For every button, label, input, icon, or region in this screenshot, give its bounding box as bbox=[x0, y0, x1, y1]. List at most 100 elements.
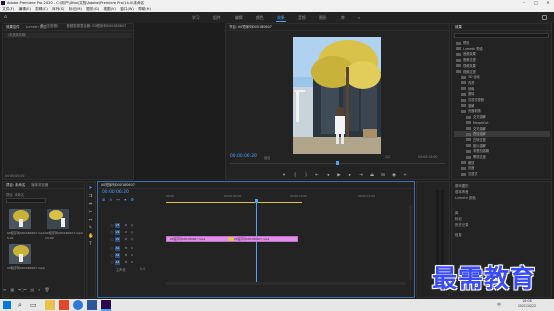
app-icon[interactable] bbox=[59, 300, 69, 310]
razor-tool-icon[interactable]: ✂ bbox=[88, 210, 93, 215]
mute-button[interactable]: M bbox=[124, 253, 128, 257]
type-tool-icon[interactable]: T bbox=[88, 242, 93, 247]
track-v1-label[interactable]: V1 bbox=[115, 237, 120, 242]
list-view-icon[interactable]: ≡ bbox=[3, 287, 6, 293]
timeline-clip[interactable]: 00短序列000180607.mp4 bbox=[230, 236, 298, 242]
search-icon[interactable]: ⌕ bbox=[38, 287, 40, 293]
tab-media-browser[interactable]: 媒体浏览器 bbox=[28, 182, 51, 188]
track-a1-label[interactable]: A1 bbox=[115, 246, 120, 251]
timeline-vertical-scrollbar[interactable] bbox=[409, 205, 412, 280]
word-icon[interactable] bbox=[87, 300, 97, 310]
program-video-frame[interactable] bbox=[293, 37, 381, 154]
program-timecode-current[interactable]: 00:00:06:20 bbox=[230, 154, 257, 159]
lock-icon[interactable]: ▢ bbox=[110, 246, 114, 250]
tab-timeline-sequence[interactable]: 00短序列000180607 bbox=[98, 182, 138, 188]
file-explorer-icon[interactable] bbox=[45, 300, 55, 310]
workspace-color[interactable]: 颜色 bbox=[256, 12, 264, 23]
selection-tool-icon[interactable]: ➤ bbox=[88, 186, 93, 191]
eye-icon[interactable]: ◎ bbox=[130, 223, 134, 227]
mute-button[interactable]: M bbox=[124, 260, 128, 264]
zoom-slider[interactable]: ━○━ bbox=[18, 287, 26, 293]
transition-marker[interactable] bbox=[228, 237, 234, 241]
panel-info[interactable]: 信息 bbox=[455, 232, 462, 238]
program-scale-select[interactable]: 1/2 bbox=[385, 155, 390, 159]
start-icon[interactable] bbox=[3, 301, 11, 309]
track-a2-label[interactable]: A2 bbox=[115, 253, 120, 258]
snap-icon[interactable]: ∩ bbox=[109, 197, 112, 202]
effects-tree-item[interactable]: 沉浸式 bbox=[454, 171, 550, 177]
go-to-in-icon[interactable]: ⇤ bbox=[314, 173, 320, 179]
lift-icon[interactable]: ⏏ bbox=[369, 173, 375, 179]
hand-tool-icon[interactable]: ✋ bbox=[88, 234, 94, 239]
add-marker-icon[interactable]: ▾ bbox=[124, 197, 126, 202]
trash-icon[interactable]: 🗑 bbox=[44, 287, 49, 293]
nest-toggle-icon[interactable]: ⊞ bbox=[102, 197, 105, 202]
workspace-graphics[interactable]: 图形 bbox=[319, 12, 327, 23]
home-icon[interactable]: ⌂ bbox=[4, 15, 9, 20]
linked-selection-icon[interactable]: ⊷ bbox=[116, 197, 120, 202]
tab-effects[interactable]: 效果 bbox=[452, 24, 465, 30]
ime-indicator[interactable]: 中 bbox=[497, 302, 501, 308]
export-frame-icon[interactable]: ◉ bbox=[391, 173, 397, 179]
tab-effect-controls[interactable]: 效果控件 bbox=[3, 24, 23, 30]
pen-tool-icon[interactable]: ✎ bbox=[88, 226, 93, 231]
track-a3-label[interactable]: A3 bbox=[115, 260, 120, 265]
eye-icon[interactable]: ◎ bbox=[130, 230, 134, 234]
wrench-icon[interactable]: ⚙ bbox=[130, 197, 134, 202]
tab-audio-clip-mixer[interactable]: 音频剪辑混合器: 00短序列000180607 bbox=[63, 23, 129, 30]
effects-search-input[interactable] bbox=[454, 33, 549, 38]
project-item-thumbnail[interactable] bbox=[9, 244, 31, 264]
track-v2-label[interactable]: V2 bbox=[115, 230, 120, 235]
clock-date[interactable]: 2021/10/22 bbox=[512, 304, 542, 309]
lock-icon[interactable]: ▢ bbox=[110, 253, 114, 257]
master-volume-value[interactable]: 0.0 bbox=[140, 267, 145, 271]
tab-source[interactable]: 源（无剪辑） bbox=[37, 23, 63, 30]
step-forward-icon[interactable]: ▸ bbox=[347, 173, 353, 179]
solo-button[interactable]: S bbox=[130, 246, 134, 250]
project-item-thumbnail[interactable] bbox=[9, 209, 31, 229]
mark-in-icon[interactable]: { bbox=[292, 173, 298, 179]
step-back-icon[interactable]: ◂ bbox=[325, 173, 331, 179]
project-search-input[interactable] bbox=[6, 198, 46, 203]
play-icon[interactable]: ▶ bbox=[336, 173, 342, 179]
slip-tool-icon[interactable]: ↔ bbox=[88, 218, 93, 223]
project-item-thumbnail[interactable] bbox=[47, 209, 69, 229]
panel-history[interactable]: 历史记录 bbox=[455, 222, 469, 228]
timeline-ruler[interactable]: 00:00 00:00:05:00 00:00:10:00 00:00:15:0… bbox=[166, 192, 412, 205]
workspace-audio[interactable]: 音频 bbox=[298, 12, 306, 23]
mute-button[interactable]: M bbox=[124, 246, 128, 250]
ripple-edit-tool-icon[interactable]: ⇹ bbox=[88, 202, 93, 207]
lock-icon[interactable]: ▢ bbox=[110, 260, 114, 264]
browser-icon[interactable] bbox=[73, 300, 83, 310]
workspaces-more-button[interactable]: » bbox=[358, 12, 360, 23]
icon-view-icon[interactable]: ▦ bbox=[10, 287, 14, 293]
workspace-editing[interactable]: 编辑 bbox=[235, 12, 243, 23]
program-fit-select[interactable]: 适合 bbox=[264, 155, 270, 160]
workspace-assembly[interactable]: 组件 bbox=[213, 12, 221, 23]
sync-lock-icon[interactable]: ⇄ bbox=[124, 230, 128, 234]
solo-button[interactable]: S bbox=[130, 260, 134, 264]
sync-lock-icon[interactable]: ⇄ bbox=[124, 223, 128, 227]
timeline-timecode[interactable]: 00:00:06:20 bbox=[102, 190, 129, 195]
workspace-learn[interactable]: 学习 bbox=[192, 12, 200, 23]
program-playhead[interactable] bbox=[336, 161, 339, 165]
task-view-icon[interactable]: ▭ bbox=[30, 300, 40, 310]
lock-icon[interactable]: ▢ bbox=[110, 230, 114, 234]
go-to-out-icon[interactable]: ⇥ bbox=[358, 173, 364, 179]
track-v3-label[interactable]: V3 bbox=[115, 223, 120, 228]
timeline-clip[interactable]: 00短序列000180607.mp4 bbox=[166, 236, 230, 242]
sync-lock-icon[interactable]: ⇄ bbox=[124, 237, 128, 241]
new-item-icon[interactable]: ▤ bbox=[30, 287, 34, 293]
lock-icon[interactable]: ▢ bbox=[110, 237, 114, 241]
search-icon[interactable]: ⌕ bbox=[18, 300, 28, 310]
tab-project[interactable]: 项目: 未命名 bbox=[3, 182, 28, 188]
work-area-bar[interactable] bbox=[166, 202, 302, 203]
button-editor-icon[interactable]: + bbox=[402, 173, 408, 179]
lock-icon[interactable]: ▢ bbox=[110, 223, 114, 227]
extract-icon[interactable]: ⊟ bbox=[380, 173, 386, 179]
solo-button[interactable]: S bbox=[130, 253, 134, 257]
mark-out-icon[interactable]: } bbox=[303, 173, 309, 179]
add-marker-icon[interactable]: ▾ bbox=[281, 173, 287, 179]
eye-icon[interactable]: ◎ bbox=[130, 237, 134, 241]
timeline-horizontal-scrollbar[interactable] bbox=[166, 282, 406, 285]
